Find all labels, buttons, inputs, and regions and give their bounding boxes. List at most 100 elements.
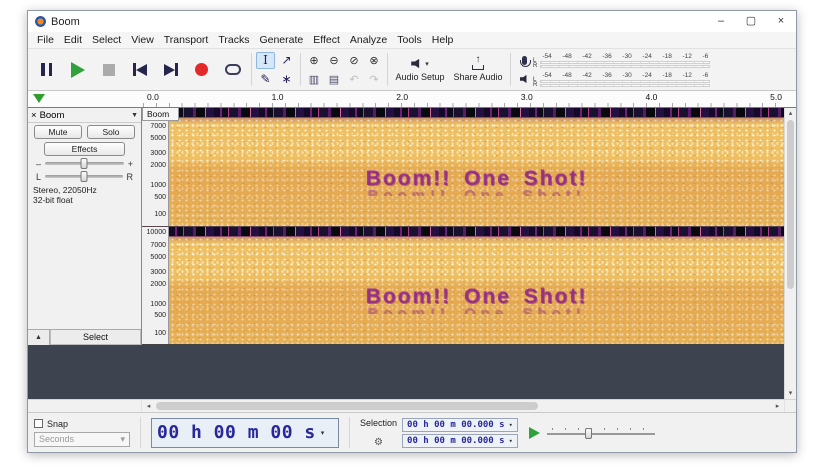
menu-item[interactable]: Effect [308,34,345,46]
draw-tool-button[interactable]: ✎ [256,71,275,88]
playback-meter[interactable]: L R -54 -48 -42 -36 -30 -24 -18 -12 -6 [519,70,711,88]
meter-scale-label: -18 [662,52,672,60]
horizontal-scrollbar[interactable]: ◂ ▸ [28,399,796,412]
scroll-up-icon[interactable]: ▴ [785,108,796,119]
menu-item[interactable]: Select [87,34,126,46]
redo-button[interactable]: ↷ [369,73,378,86]
meter-scale: -54 -48 -42 -36 -30 -24 -18 -12 -6 [540,72,710,79]
scroll-left-icon[interactable]: ◂ [142,402,155,410]
pan-right-label: R [126,171,134,182]
zoom-in-button[interactable]: ⊕ [309,54,318,67]
skip-to-end-button[interactable] [155,54,186,85]
playback-speed-thumb[interactable] [584,427,592,439]
stop-button[interactable] [93,54,124,85]
toolbar-separator [300,53,301,86]
zoom-toggle-button[interactable]: ⊗ [369,54,378,67]
spectrogram-right[interactable]: Boom!! One Shot! Boom!! One Shot! [169,226,784,344]
timeline-tick-label: 1.0 [271,92,284,102]
menu-item[interactable]: Analyze [345,34,392,46]
selection-start-field[interactable]: 00 h 00 m 00.000 s ▾ [402,417,518,432]
gain-slider-thumb[interactable] [80,158,88,169]
pause-button[interactable] [31,54,62,85]
toolbar-separator [387,53,388,86]
share-audio-button[interactable]: ↑ Share Audio [449,52,507,88]
mute-button[interactable]: Mute [34,125,82,139]
zoom-selection-button[interactable]: ⊘ [349,54,358,67]
chevron-down-icon[interactable]: ▾ [509,421,513,429]
play-at-speed-icon[interactable] [528,426,540,439]
frequency-label: 3000 [150,268,166,276]
menu-item[interactable]: Transport [159,34,214,46]
playback-meter-body: -54 -48 -42 -36 -30 -24 -18 -12 -6 [540,72,711,87]
multi-tool-button[interactable]: ∗ [277,71,296,88]
collapse-track-button[interactable]: ▲ [28,330,50,345]
frequency-label: 1000 [150,182,166,190]
gain-slider[interactable] [45,158,124,169]
share-audio-label: Share Audio [453,72,503,82]
menu-item[interactable]: Edit [59,34,87,46]
close-button[interactable]: × [766,11,796,32]
horizontal-scrollbar-thumb[interactable] [156,402,538,410]
menu-item[interactable]: Tracks [213,34,254,46]
menu-item[interactable]: Generate [254,34,308,46]
chevron-down-icon[interactable]: ▾ [321,429,325,437]
audio-setup-button[interactable]: ▾ Audio Setup [391,52,449,88]
track-name-tag[interactable]: Boom [142,108,180,121]
selection-tool-button[interactable]: I [256,51,275,69]
track-boom: × Boom ▼ Mute Solo Effects – + L R Stere… [28,108,784,345]
horizontal-scrollbar-track[interactable] [155,400,771,412]
playhead-icon[interactable] [33,94,45,103]
effects-button[interactable]: Effects [44,142,125,156]
undo-button[interactable]: ↶ [349,73,358,86]
track-close-button[interactable]: × [31,110,37,121]
vertical-scrollbar[interactable]: ▴ ▾ [784,108,796,399]
selection-end-field[interactable]: 00 h 00 m 00.000 s ▾ [402,433,518,448]
track-menu-icon[interactable]: ▼ [131,112,138,119]
pan-slider[interactable] [45,171,123,182]
minimize-button[interactable]: – [706,11,736,32]
snap-mode-select[interactable]: Seconds ▾ [34,431,130,447]
selection-settings-icon[interactable]: ⚙ [374,437,383,448]
recording-meter[interactable]: L R -54 -48 -42 -36 -30 -24 -18 -12 -6 [519,51,711,69]
play-icon [70,61,85,78]
scroll-down-icon[interactable]: ▾ [785,388,796,399]
tools-toolbar: I ↗ ✎ ∗ [255,51,297,89]
spectrogram-text-ghost: Boom!! One Shot! [367,186,586,196]
chevron-down-icon: ▾ [425,60,429,68]
menu-item[interactable]: File [32,34,59,46]
gain-minus-label: – [36,158,42,169]
snap-checkbox[interactable] [34,419,43,428]
microphone-icon [519,55,531,67]
loop-button[interactable] [217,54,248,85]
meter-scale-label: -30 [622,71,632,79]
pan-slider-thumb[interactable] [80,171,88,182]
audio-position-display[interactable]: 00 h 00 m 00 s ▾ [151,417,339,448]
vertical-scrollbar-thumb[interactable] [787,120,794,289]
chevron-down-icon[interactable]: ▾ [509,437,513,445]
maximize-button[interactable]: ▢ [736,11,766,32]
solo-button[interactable]: Solo [87,125,135,139]
snap-mode-value: Seconds [39,434,75,444]
menu-item[interactable]: View [126,34,159,46]
menu-item[interactable]: Help [427,34,459,46]
timeline-ruler[interactable]: 0.0 1.0 2.0 3.0 4.0 5.0 [28,91,796,108]
silence-audio-button[interactable]: ▤ [329,73,339,86]
track-name[interactable]: Boom [40,110,129,121]
meter-bar-right [540,64,711,68]
play-at-speed-toolbar [528,426,655,440]
zoom-out-button[interactable]: ⊖ [329,54,338,67]
trim-audio-button[interactable]: ▥ [309,73,319,86]
play-button[interactable] [62,54,93,85]
scroll-right-icon[interactable]: ▸ [771,402,784,410]
frequency-label: 1000 [150,300,166,308]
select-track-button[interactable]: Select [50,330,141,345]
skip-to-start-button[interactable] [124,54,155,85]
envelope-tool-button[interactable]: ↗ [277,52,296,69]
spectrogram-left[interactable]: Boom!! One Shot! Boom!! One Shot! [169,108,784,226]
frequency-ruler: 10000 7000 5000 3000 2000 1000 500 100 [142,226,169,344]
playback-speed-slider[interactable] [546,426,655,440]
channel-left: 1000070005000300020001000500100 Boom!! O… [142,108,784,227]
frequency-label: 100 [154,211,166,219]
record-button[interactable] [186,54,217,85]
menu-item[interactable]: Tools [392,34,427,46]
